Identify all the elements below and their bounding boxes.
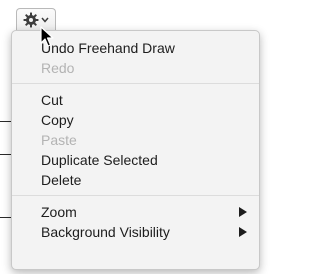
menu-item-label: Undo Freehand Draw — [41, 40, 175, 56]
menu-separator — [12, 195, 259, 196]
menu-item-paste: Paste — [12, 130, 259, 150]
submenu-arrow-icon — [239, 207, 247, 217]
menu-item-label: Copy — [41, 112, 74, 128]
menu-item-delete[interactable]: Delete — [12, 170, 259, 190]
menu-item-copy[interactable]: Copy — [12, 110, 259, 130]
menu-item-label: Zoom — [41, 204, 77, 220]
menu-item-label: Background Visibility — [41, 224, 170, 240]
submenu-arrow-icon — [239, 227, 247, 237]
menu-item-redo: Redo — [12, 58, 259, 78]
menu-item-duplicate-selected[interactable]: Duplicate Selected — [12, 150, 259, 170]
gear-icon — [23, 12, 39, 28]
chevron-down-icon — [41, 17, 49, 23]
mouse-cursor-icon — [40, 26, 54, 48]
menu-item-cut[interactable]: Cut — [12, 90, 259, 110]
menu-item-label: Cut — [41, 92, 63, 108]
screen: Undo Freehand Draw Redo Cut Copy Paste D… — [0, 0, 266, 274]
menu-item-background-visibility[interactable]: Background Visibility — [12, 222, 259, 242]
menu-item-label: Duplicate Selected — [41, 152, 158, 168]
menu-item-zoom[interactable]: Zoom — [12, 202, 259, 222]
action-context-menu: Undo Freehand Draw Redo Cut Copy Paste D… — [11, 30, 260, 270]
menu-item-label: Delete — [41, 172, 82, 188]
menu-item-label: Paste — [41, 132, 77, 148]
menu-separator — [12, 83, 259, 84]
menu-item-label: Redo — [41, 60, 75, 76]
